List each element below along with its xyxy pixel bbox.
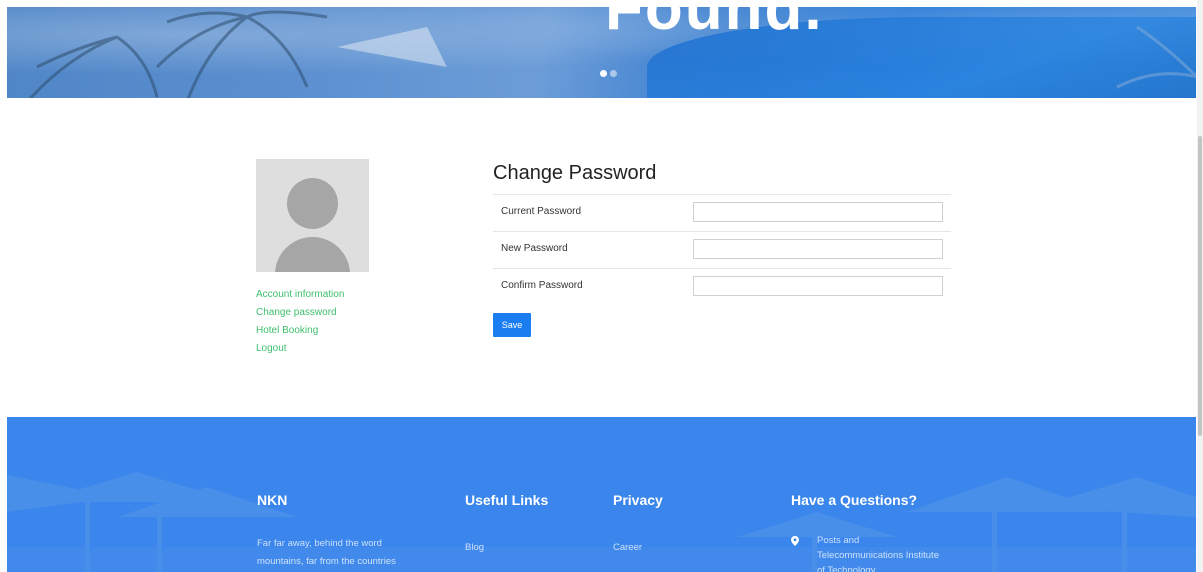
carousel-dot-1[interactable] xyxy=(600,70,607,77)
menu-item-change-password[interactable]: Change password xyxy=(256,304,344,322)
scrollbar-thumb[interactable] xyxy=(1198,136,1202,436)
footer-useful-links-title: Useful Links xyxy=(465,492,549,508)
current-password-row: Current Password xyxy=(493,194,951,231)
user-placeholder-body xyxy=(275,237,350,272)
footer-link-career[interactable]: Career xyxy=(613,539,642,557)
map-pin-icon xyxy=(791,536,799,546)
footer-contact-title: Have a Questions? xyxy=(791,492,918,508)
carousel-dot-2[interactable] xyxy=(610,70,617,77)
change-password-form: Change Password Current Password New Pas… xyxy=(493,160,951,305)
current-password-label: Current Password xyxy=(501,206,582,217)
hero-banner: Found. xyxy=(7,7,1196,98)
footer-brand-text-line1: Far far away, behind the word xyxy=(257,538,382,549)
carousel-dots xyxy=(600,70,617,77)
footer-link-blog[interactable]: Blog xyxy=(465,539,484,557)
confirm-password-input[interactable] xyxy=(693,276,943,296)
confirm-password-label: Confirm Password xyxy=(501,280,583,291)
beach-umbrellas-image xyxy=(7,472,1196,572)
confirm-password-row: Confirm Password xyxy=(493,268,951,305)
page-title: Change Password xyxy=(493,162,657,184)
palm-leaf-image xyxy=(1116,25,1196,89)
user-placeholder-icon xyxy=(287,178,338,229)
footer-address-line1: Posts and xyxy=(817,535,860,546)
footer-privacy-title: Privacy xyxy=(613,492,663,508)
save-button[interactable]: Save xyxy=(493,313,531,337)
palm-tree-image xyxy=(28,10,447,98)
footer-brand-text: Far far away, behind the word mountains,… xyxy=(257,535,396,571)
menu-item-hotel-booking[interactable]: Hotel Booking xyxy=(256,322,344,340)
new-password-input[interactable] xyxy=(693,239,943,259)
footer-brand-text-line2: mountains, far from the countries xyxy=(257,556,396,567)
footer-address-line2: Telecommunications Institute xyxy=(817,550,939,561)
new-password-label: New Password xyxy=(501,243,568,254)
footer-address: Posts and Telecommunications Institute o… xyxy=(817,533,939,572)
footer: NKN Far far away, behind the word mounta… xyxy=(7,417,1196,572)
menu-item-account-information[interactable]: Account information xyxy=(256,286,344,304)
page-scrollbar[interactable] xyxy=(1197,0,1203,572)
footer-brand-title: NKN xyxy=(257,492,288,508)
account-menu: Account information Change password Hote… xyxy=(256,286,344,358)
hero-heading: Found. xyxy=(605,7,824,43)
menu-item-logout[interactable]: Logout xyxy=(256,340,344,358)
avatar xyxy=(256,159,369,272)
current-password-input[interactable] xyxy=(693,202,943,222)
new-password-row: New Password xyxy=(493,231,951,268)
footer-address-line3: of Technology xyxy=(817,565,876,572)
